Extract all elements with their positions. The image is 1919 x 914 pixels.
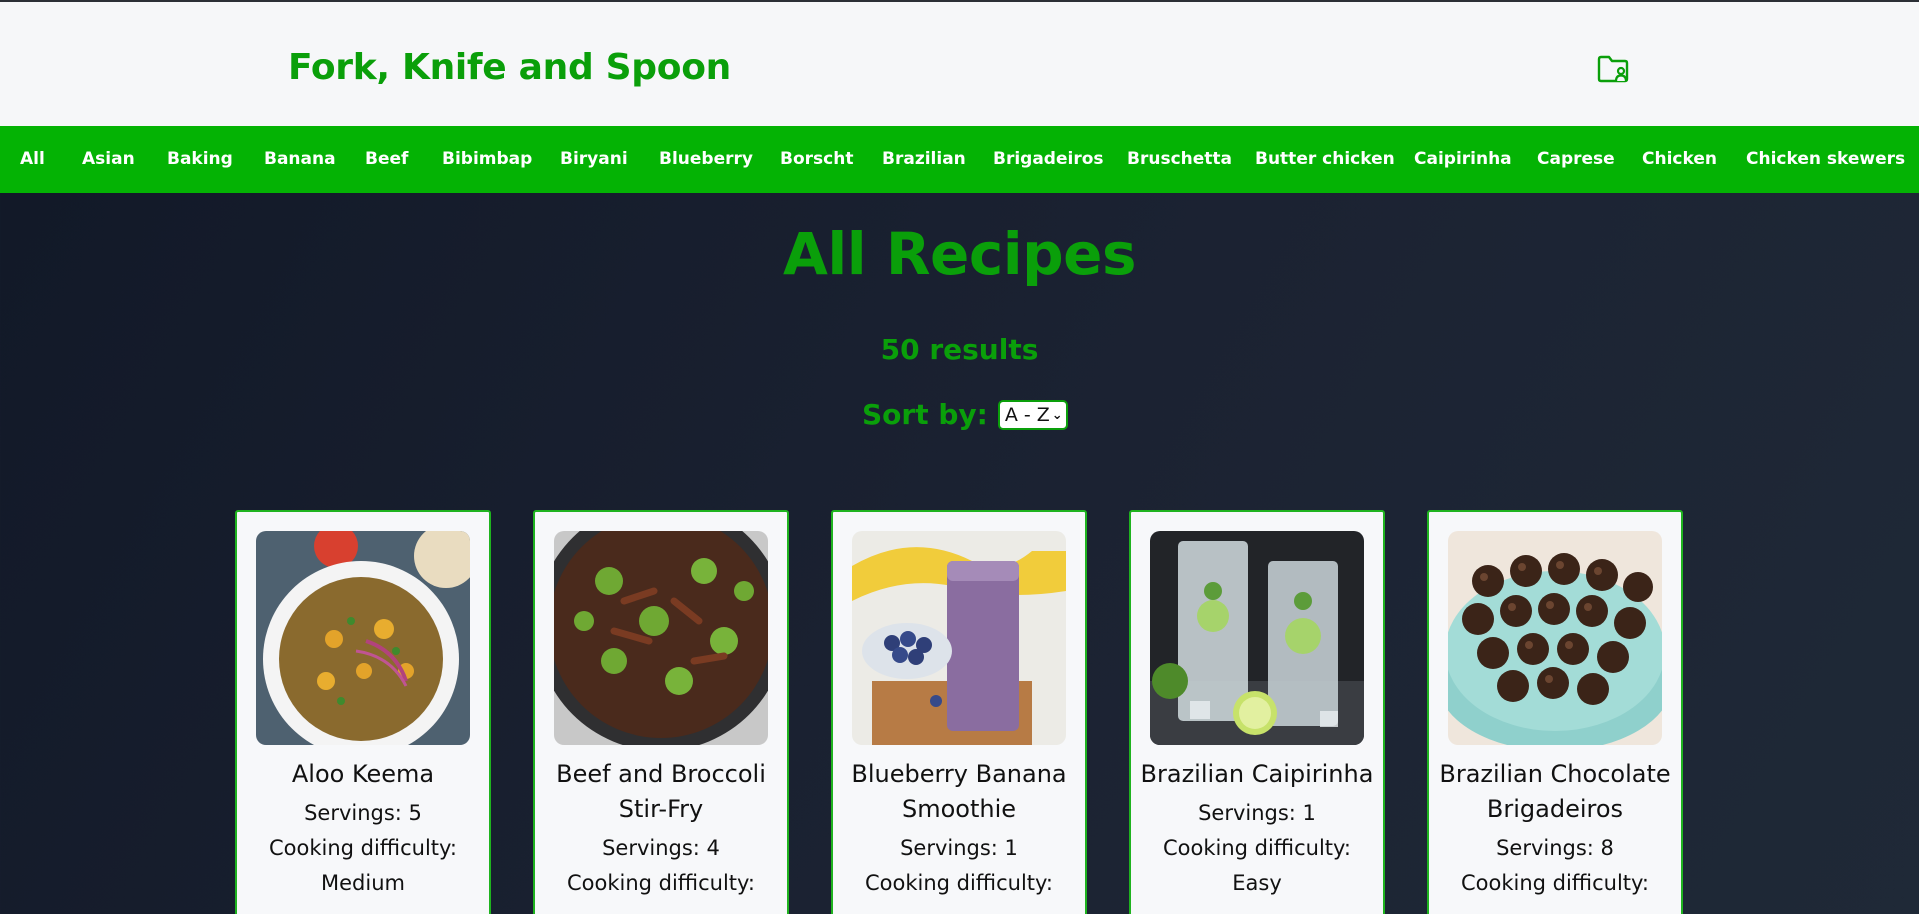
nav-item-butter-chicken[interactable]: Butter chicken (1255, 126, 1395, 193)
recipe-difficulty-label: Cooking difficulty: (864, 871, 1054, 895)
recipe-card-caipirinha[interactable]: Brazilian Caipirinha Servings: 1 Cooking… (1129, 510, 1385, 914)
recipe-difficulty-label: Cooking difficulty: (566, 871, 756, 895)
recipe-servings: Servings: 1 (900, 836, 1018, 860)
site-header: Fork, Knife and Spoon (0, 0, 1919, 126)
recipe-title: Brazilian Chocolate Brigadeiros (1439, 760, 1671, 823)
category-nav: All Asian Baking Banana Beef Bibimbap Bi… (0, 126, 1919, 193)
site-title[interactable]: Fork, Knife and Spoon (288, 44, 731, 92)
nav-item-baking[interactable]: Baking (167, 126, 233, 193)
recipe-servings: Servings: 1 (1198, 801, 1316, 825)
nav-item-chicken[interactable]: Chicken (1642, 126, 1717, 193)
recipe-details: Aloo Keema Servings: 5 Cooking difficult… (245, 757, 481, 901)
nav-item-biryani[interactable]: Biryani (560, 126, 628, 193)
recipe-image-caipirinha (1150, 531, 1364, 745)
nav-item-bruschetta[interactable]: Bruschetta (1127, 126, 1232, 193)
recipe-difficulty: Easy (1232, 871, 1282, 895)
results-count: 50 results (880, 333, 1039, 366)
sort-control: Sort by: A - Z ⌄ (862, 397, 1068, 433)
chevron-down-icon: ⌄ (1051, 407, 1063, 423)
recipe-title: Aloo Keema (291, 760, 435, 788)
nav-item-beef[interactable]: Beef (365, 126, 408, 193)
nav-item-blueberry[interactable]: Blueberry (659, 126, 753, 193)
recipe-title: Blueberry Banana Smoothie (851, 760, 1067, 823)
recipe-image-beef-broccoli (554, 531, 768, 745)
recipe-servings: Servings: 8 (1496, 836, 1614, 860)
nav-item-bibimbap[interactable]: Bibimbap (442, 126, 532, 193)
recipe-title: Beef and Broccoli Stir-Fry (556, 760, 766, 823)
recipe-card-beef-broccoli[interactable]: Beef and Broccoli Stir-Fry Servings: 4 C… (533, 510, 789, 914)
nav-item-chicken-skewers[interactable]: Chicken skewers (1746, 126, 1905, 193)
recipe-difficulty-label: Cooking difficulty: (268, 836, 458, 860)
recipe-card-brigadeiros[interactable]: Brazilian Chocolate Brigadeiros Servings… (1427, 510, 1683, 914)
nav-item-caipirinha[interactable]: Caipirinha (1414, 126, 1512, 193)
recipe-image-blueberry-smoothie (852, 531, 1066, 745)
recipe-servings: Servings: 5 (304, 801, 422, 825)
nav-item-brigadeiros[interactable]: Brigadeiros (993, 126, 1104, 193)
page-title: All Recipes (783, 220, 1136, 288)
sort-label: Sort by: (862, 398, 988, 431)
nav-item-asian[interactable]: Asian (82, 126, 135, 193)
recipe-details: Blueberry Banana Smoothie Servings: 1 Co… (841, 757, 1077, 901)
recipe-servings: Servings: 4 (602, 836, 720, 860)
nav-item-brazilian[interactable]: Brazilian (882, 126, 966, 193)
recipe-details: Brazilian Caipirinha Servings: 1 Cooking… (1139, 757, 1375, 901)
recipe-title: Brazilian Caipirinha (1140, 760, 1374, 788)
recipe-details: Beef and Broccoli Stir-Fry Servings: 4 C… (543, 757, 779, 901)
sort-select[interactable]: A - Z ⌄ (997, 400, 1068, 430)
nav-item-borscht[interactable]: Borscht (780, 126, 853, 193)
recipe-card-blueberry-smoothie[interactable]: Blueberry Banana Smoothie Servings: 1 Co… (831, 510, 1087, 914)
recipe-difficulty-label: Cooking difficulty: (1460, 871, 1650, 895)
recipe-details: Brazilian Chocolate Brigadeiros Servings… (1437, 757, 1673, 901)
recipe-card-aloo-keema[interactable]: Aloo Keema Servings: 5 Cooking difficult… (235, 510, 491, 914)
recipe-difficulty: Medium (321, 871, 405, 895)
sort-selected-value: A - Z (1004, 404, 1050, 426)
recipe-difficulty-label: Cooking difficulty: (1162, 836, 1352, 860)
nav-item-banana[interactable]: Banana (264, 126, 336, 193)
folder-user-icon[interactable] (1596, 52, 1630, 84)
recipe-image-aloo-keema (256, 531, 470, 745)
recipe-image-brigadeiros (1448, 531, 1662, 745)
nav-item-all[interactable]: All (20, 126, 45, 193)
nav-item-caprese[interactable]: Caprese (1537, 126, 1615, 193)
